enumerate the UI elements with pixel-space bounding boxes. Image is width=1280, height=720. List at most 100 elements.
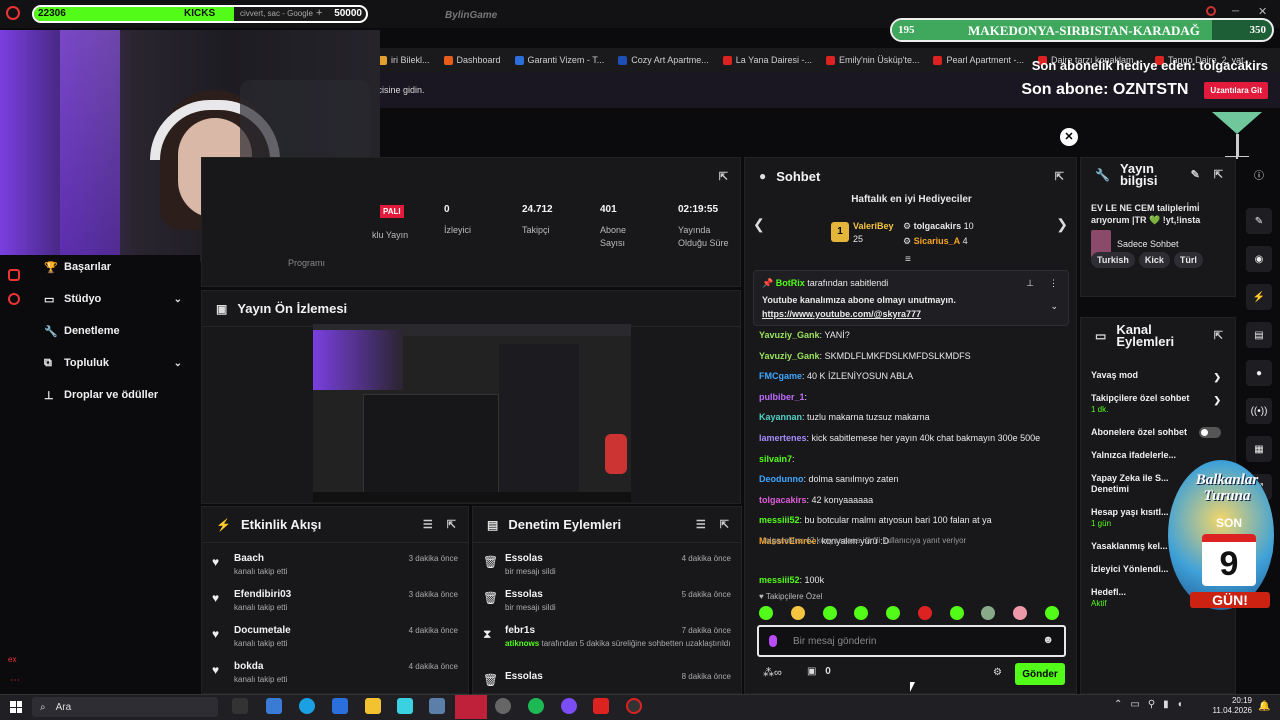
chat-username[interactable]: messiii52 [759, 515, 800, 525]
mod-action-item[interactable]: 🗑 Essolas bir mesajı sildi 5 dakika önce [473, 585, 741, 621]
chat-message[interactable]: lamertenes: kick sabitlemese her yayın 4… [745, 428, 1070, 449]
activity-item[interactable]: ♥ Documetale kanalı takip etti 4 dakika önc… [202, 621, 468, 657]
file-explorer-icon[interactable] [365, 698, 381, 714]
stream-tag[interactable]: Turkish [1091, 252, 1135, 268]
opera-logo-icon[interactable] [6, 6, 20, 20]
chevron-right-icon[interactable]: ❯ [1056, 216, 1068, 233]
emote-icon[interactable] [949, 606, 964, 620]
info-icon[interactable]: ⓘ [1238, 167, 1280, 182]
chevron-left-icon[interactable]: ❮ [753, 216, 765, 233]
more-icon[interactable]: ⋯ [10, 675, 20, 686]
discord-icon[interactable] [561, 698, 577, 714]
task-view-icon[interactable] [232, 698, 248, 714]
chat-message[interactable]: messiii52: 100k [745, 570, 1070, 591]
chat-username[interactable]: messiii52 [759, 575, 800, 585]
chat-message[interactable]: messiii52: bu botcular malmı atıyosun ba… [745, 510, 1070, 531]
taskbar-clock[interactable]: 20:19 11.04.2026 [1213, 696, 1252, 716]
emote-icon[interactable] [790, 606, 805, 620]
gifter-2[interactable]: ⚙ tolgacakirs 10 [903, 220, 974, 233]
pen-icon[interactable]: ✎ [1246, 208, 1272, 234]
infinity-icon[interactable]: ⁂∞ [763, 666, 782, 679]
chat-message[interactable]: Kayannan: tuzlu makarna tuzsuz makarna [745, 407, 1070, 428]
popout-icon[interactable]: ⇱ [1214, 169, 1223, 181]
obs-icon[interactable] [626, 698, 642, 714]
taskbar-search[interactable]: ⌕ Ara [32, 697, 218, 717]
channel-action-item[interactable]: Takipçilere özel sohbet 1 dk. ❯ [1081, 393, 1235, 415]
extensions-button[interactable]: Uzantılara Git [1204, 81, 1268, 99]
nav-item[interactable]: 🏆 Başarılar [0, 251, 200, 283]
chat-username[interactable]: tolgacakirs [759, 495, 807, 505]
channel-action-item[interactable]: Abonelere özel sohbet [1081, 427, 1235, 438]
pinned-link[interactable]: https://www.youtube.com/@skyra777 [762, 309, 1060, 319]
plus-icon[interactable]: + [316, 7, 322, 19]
document-icon[interactable]: ▤ [1246, 322, 1272, 348]
edit-icon[interactable]: ✎ [1191, 169, 1200, 181]
stream-tag[interactable]: Türl [1173, 252, 1203, 268]
edge-icon[interactable] [299, 698, 315, 714]
notifications-icon[interactable]: 🔔 [1258, 701, 1270, 712]
popout-icon[interactable]: ⇱ [1055, 170, 1064, 183]
emote-icon[interactable] [759, 606, 773, 620]
chat-message[interactable]: Deodunno: dolma sanılmıyo zaten [745, 469, 1070, 490]
chat-message[interactable]: Yavuziy_Gank: YANİ? [745, 325, 1070, 346]
system-tray-icons[interactable]: ⌃▭⚲▮◖ [1114, 699, 1191, 710]
popout-icon[interactable]: ⇱ [720, 518, 729, 531]
stream-tag[interactable]: Kick [1138, 252, 1170, 268]
emote-icon[interactable] [981, 606, 996, 620]
activity-item[interactable]: ♥ bokda kanalı takip etti 4 dakika önce [202, 657, 468, 693]
app-icon-3[interactable] [429, 698, 445, 714]
app-icon-5[interactable] [593, 698, 609, 714]
mod-action-item[interactable]: ⧗ febr1s atiknows tarafından 5 dakika süre… [473, 621, 741, 667]
chat-username[interactable]: pulbiber_1 [759, 392, 805, 402]
stream-preview-image[interactable] [313, 324, 631, 502]
toggle-switch[interactable] [1199, 427, 1221, 438]
chat-username[interactable]: lamertenes [759, 433, 807, 443]
nav-item[interactable]: 🔧 Denetleme [0, 315, 200, 347]
minimize-icon[interactable]: ─ [1232, 6, 1239, 17]
bookmark-item[interactable]: Pearl Apartment -... [933, 55, 1024, 65]
send-button[interactable]: Gönder [1015, 663, 1065, 685]
activity-item[interactable]: ♥ Baach kanalı takip etti 3 dakika önce [202, 549, 468, 585]
nav-item[interactable]: ⧉ Topluluk ⌄ [0, 347, 200, 379]
bookmark-item[interactable]: Garanti Vizem - T... [514, 55, 604, 65]
chat-icon[interactable]: ● [1246, 360, 1272, 386]
activity-item[interactable]: ♥ Efendibiri03 kanalı takip etti 3 dakika ö… [202, 585, 468, 621]
gifter-3[interactable]: ⚙ Sicarius_A 4 [903, 235, 968, 248]
chat-username[interactable]: Yavuziy_Gank [759, 330, 820, 340]
nav-item[interactable]: ▭ Stüdyo ⌄ [0, 283, 200, 315]
store-icon[interactable] [332, 698, 348, 714]
opera-taskbar-icon[interactable] [455, 695, 487, 719]
camera-icon[interactable]: ◉ [1246, 246, 1272, 272]
chat-username[interactable]: FMCgame [759, 371, 802, 381]
windows-start-icon[interactable] [10, 701, 22, 713]
chat-username[interactable]: Kayannan [759, 412, 802, 422]
popout-icon[interactable]: ⇱ [719, 170, 728, 183]
spotify-icon[interactable] [528, 698, 544, 714]
chat-settings-icon[interactable]: ⚙ [993, 667, 1002, 678]
chat-username[interactable]: Yavuziy_Gank [759, 351, 820, 361]
chat-message[interactable]: FMCgame: 40 K İZLENİYOSUN ABLA [745, 366, 1070, 387]
bookmark-item[interactable]: Dashboard [443, 55, 501, 65]
chat-username[interactable]: Deodunno [759, 474, 804, 484]
chat-input[interactable]: Bir mesaj gönderin ☻ [757, 625, 1066, 657]
filter-icon[interactable]: ☰ [423, 518, 433, 531]
emote-icon[interactable] [822, 606, 837, 620]
popout-icon[interactable]: ⇱ [1214, 330, 1223, 342]
bookmark-item[interactable]: Cozy Art Apartme... [618, 55, 709, 65]
more-vertical-icon[interactable]: ⋮ [1049, 278, 1058, 289]
points-display[interactable]: ▣ 0 [807, 666, 831, 677]
unpin-icon[interactable]: ⊥ [1026, 278, 1034, 289]
emote-icon[interactable] [886, 606, 901, 620]
bookmark-item[interactable]: iri Bilekl... [378, 55, 430, 65]
nav-item[interactable]: ⊥ Droplar ve ödüller [0, 379, 200, 411]
bookmark-item[interactable]: La Yana Dairesi -... [722, 55, 812, 65]
emote-icon[interactable] [1013, 606, 1028, 620]
app-icon-4[interactable] [495, 698, 511, 714]
popout-icon[interactable]: ⇱ [447, 518, 456, 531]
gifter-1[interactable]: ValeriBey 25 [853, 220, 894, 246]
app-icon-2[interactable] [397, 698, 413, 714]
microphone-icon[interactable] [769, 635, 777, 647]
filter-icon[interactable]: ☰ [696, 518, 706, 531]
chat-username[interactable]: silvain7 [759, 454, 792, 464]
emote-icon[interactable] [854, 606, 869, 620]
